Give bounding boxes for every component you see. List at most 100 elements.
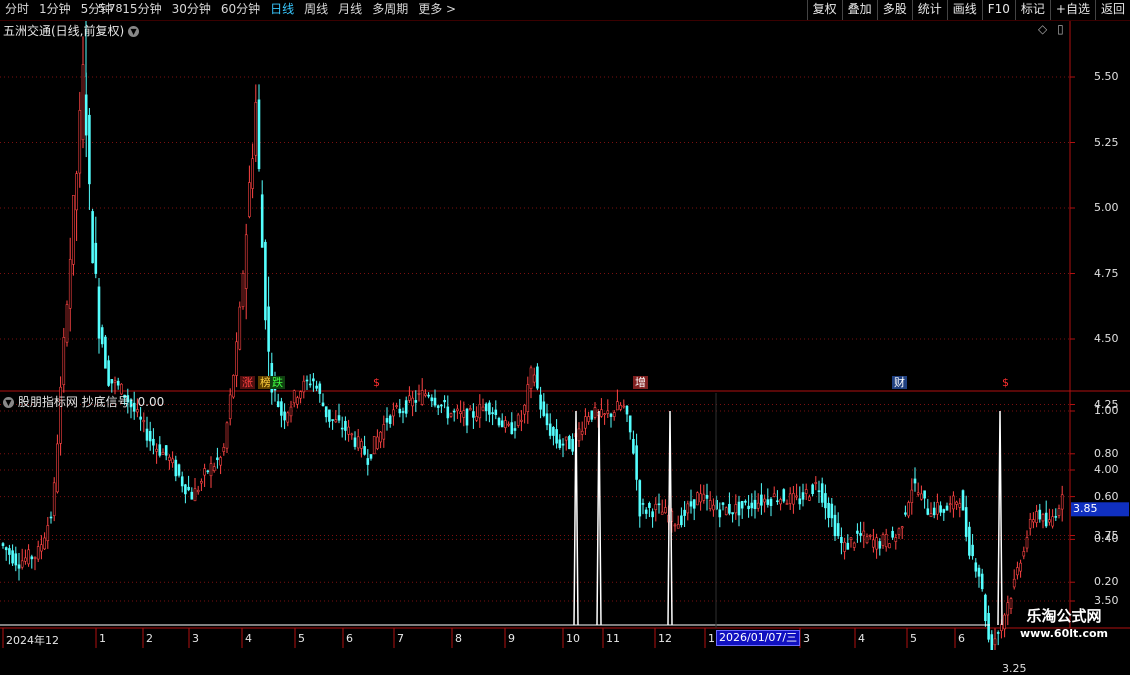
candle-body xyxy=(212,466,216,472)
candle-body xyxy=(628,415,632,433)
window-icon[interactable]: ▯ xyxy=(1057,22,1064,36)
candle-body xyxy=(488,402,491,415)
chevron-down-icon[interactable]: ▼ xyxy=(3,397,14,408)
period-tab-10[interactable]: 更多 > xyxy=(413,0,461,20)
candle-body xyxy=(353,437,357,447)
candle-body xyxy=(376,436,379,449)
candle-body xyxy=(523,404,526,415)
period-tab-8[interactable]: 月线 xyxy=(333,0,367,20)
candle-body xyxy=(139,416,142,420)
tool-button-2[interactable]: 多股 xyxy=(876,0,912,20)
candle-body xyxy=(862,530,866,537)
candle-body xyxy=(462,410,466,418)
indicator-tick-label: 0.40 xyxy=(1094,532,1119,546)
candle-body xyxy=(625,405,629,415)
candle-body xyxy=(168,456,171,461)
candle-body xyxy=(747,505,750,510)
candle-body xyxy=(331,419,334,421)
candle-body xyxy=(260,194,264,248)
tool-button-0[interactable]: 复权 xyxy=(806,0,842,20)
tool-button-6[interactable]: 标记 xyxy=(1014,0,1050,20)
event-badge[interactable]: 财 xyxy=(892,376,907,389)
low-price-label: 3.25 xyxy=(1002,661,1027,675)
event-badge[interactable]: $ xyxy=(1000,376,1011,389)
period-tab-0[interactable]: 分时 xyxy=(0,0,34,20)
event-badge[interactable]: 涨 xyxy=(240,376,255,389)
candle-body xyxy=(414,400,418,403)
candle-body xyxy=(4,547,8,551)
candle-body xyxy=(635,445,638,480)
candle-body xyxy=(145,428,149,441)
candle-body xyxy=(932,507,936,516)
candle-body xyxy=(996,632,1000,634)
period-tab-5[interactable]: 60分钟 xyxy=(216,0,265,20)
candle-body xyxy=(305,379,309,382)
tool-button-8[interactable]: 返回 xyxy=(1094,0,1130,20)
candle-body xyxy=(593,407,597,418)
candle-body xyxy=(913,478,917,484)
candle-body xyxy=(459,411,462,414)
candle-body xyxy=(680,515,683,526)
candle-body xyxy=(1022,551,1026,557)
candle-body xyxy=(385,418,389,423)
candle-body xyxy=(664,507,667,514)
candle-body xyxy=(763,498,766,503)
candle-body xyxy=(420,390,424,405)
chevron-down-icon[interactable]: ▼ xyxy=(128,26,140,37)
event-badge[interactable]: 增 xyxy=(633,376,648,389)
period-tab-6[interactable]: 日线 xyxy=(265,0,299,20)
candle-body xyxy=(756,502,760,509)
candle-body xyxy=(673,524,677,527)
candle-body xyxy=(1028,519,1032,529)
candle-body xyxy=(529,367,533,389)
candle-body xyxy=(78,110,82,174)
period-tab-9[interactable]: 多周期 xyxy=(367,0,413,20)
candle-body xyxy=(1044,512,1048,527)
candle-body xyxy=(744,500,747,503)
tool-button-5[interactable]: F10 xyxy=(981,0,1015,20)
tool-button-7[interactable]: +自选 xyxy=(1049,0,1095,20)
candle-body xyxy=(440,404,443,407)
signal-spike xyxy=(573,410,579,626)
candle-body xyxy=(520,419,523,422)
candle-body xyxy=(289,406,293,417)
candle-body xyxy=(600,409,603,417)
tool-button-4[interactable]: 画线 xyxy=(946,0,982,20)
candle-body xyxy=(993,638,997,646)
event-badge[interactable]: $ xyxy=(371,376,382,389)
candle-body xyxy=(660,511,664,515)
candle-body xyxy=(907,502,910,517)
candle-body xyxy=(1,543,5,546)
candle-body xyxy=(286,412,290,423)
period-tab-3[interactable]: 15分钟 xyxy=(117,0,166,20)
candle-body xyxy=(539,394,542,410)
candle-body xyxy=(603,413,606,415)
candle-body xyxy=(40,544,43,552)
candle-body xyxy=(776,500,779,503)
candle-body xyxy=(196,489,200,493)
period-tab-7[interactable]: 周线 xyxy=(299,0,333,20)
tool-button-1[interactable]: 叠加 xyxy=(841,0,877,20)
candle-body xyxy=(606,410,610,414)
period-tab-4[interactable]: 30分钟 xyxy=(167,0,216,20)
candle-body xyxy=(555,429,558,444)
tool-button-3[interactable]: 统计 xyxy=(911,0,947,20)
candle-body xyxy=(580,430,584,435)
candle-body xyxy=(1048,519,1051,523)
candle-body xyxy=(424,393,427,396)
candle-body xyxy=(475,416,478,421)
candle-body xyxy=(30,556,34,560)
candle-body xyxy=(43,537,46,550)
candle-body xyxy=(1016,567,1019,576)
candle-body xyxy=(814,482,818,484)
candle-body xyxy=(692,499,696,509)
candle-body xyxy=(1003,614,1006,630)
diamond-icon[interactable]: ◇ xyxy=(1038,22,1047,36)
period-tab-1[interactable]: 1分钟 xyxy=(34,0,76,20)
candle-body xyxy=(577,428,581,442)
candle-body xyxy=(238,306,242,350)
month-label: 2 xyxy=(146,632,153,645)
candle-body xyxy=(72,195,75,265)
event-badge[interactable]: 跌 xyxy=(270,376,285,389)
kline-chart-svg[interactable] xyxy=(0,0,1130,650)
